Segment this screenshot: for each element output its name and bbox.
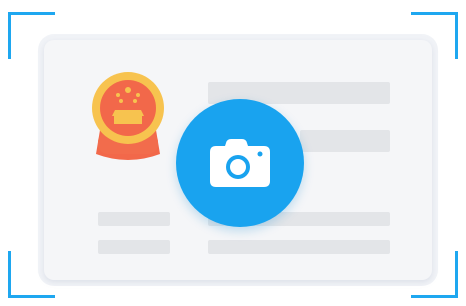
placeholder-line xyxy=(98,212,170,226)
national-emblem-icon xyxy=(88,70,168,166)
placeholder-line xyxy=(98,240,170,254)
placeholder-line xyxy=(208,240,390,254)
camera-capture-button[interactable] xyxy=(176,99,304,227)
id-card-scan-frame xyxy=(0,0,466,306)
camera-icon xyxy=(210,139,270,187)
placeholder-line xyxy=(300,130,390,152)
